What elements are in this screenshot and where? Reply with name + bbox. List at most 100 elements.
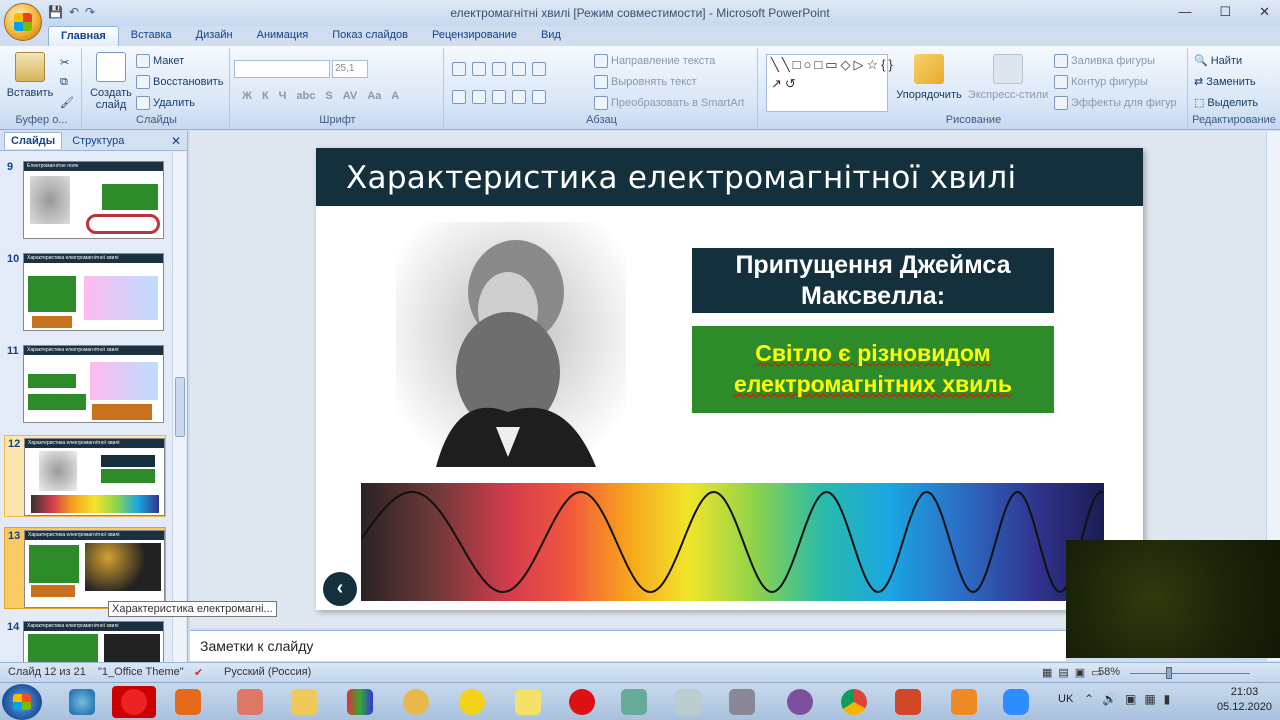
smartart-button[interactable]: Преобразовать в SmartArt (594, 96, 744, 110)
paint-icon[interactable] (228, 686, 272, 718)
shadow-button[interactable]: S (325, 90, 332, 102)
magic-wand-icon[interactable] (506, 686, 550, 718)
slide-thumbnail-13[interactable]: 13 Характеристика електромагнітної хвилі (4, 527, 166, 609)
pdf-icon[interactable] (942, 686, 986, 718)
chess-icon[interactable] (394, 686, 438, 718)
start-button[interactable] (2, 684, 42, 720)
copy-icon[interactable]: ⧉ (60, 76, 68, 89)
tab-insert[interactable]: Вставка (119, 26, 184, 46)
smiley-icon[interactable] (450, 686, 494, 718)
tray-icons[interactable]: ⌃🔊▣▦▮ (1084, 692, 1178, 706)
slide-thumbnail-10[interactable]: 10 Характеристика електромагнітної хвилі (4, 251, 166, 333)
underline-button[interactable]: Ч (279, 90, 287, 102)
tab-design[interactable]: Дизайн (184, 26, 245, 46)
spectrum-image[interactable] (361, 483, 1104, 601)
close-button[interactable]: ✕ (1259, 4, 1270, 20)
paste-button[interactable]: Вставить (7, 52, 53, 99)
slide-thumbnail-9[interactable]: 9 Електромагнітне поле (4, 159, 166, 241)
bold-button[interactable]: Ж (242, 90, 252, 102)
slide-thumbnail-12[interactable]: 12 Характеристика електромагнітної хвилі (4, 435, 166, 517)
numbering-icon[interactable] (472, 62, 486, 76)
group-clipboard: Вставить ✂ ⧉ 🖌 Буфер о... (2, 48, 82, 128)
slide-thumbnail-14[interactable]: 14 Характеристика електромагнітної хвилі (4, 619, 166, 663)
slide-thumbnail-11[interactable]: 11 Характеристика електромагнітної хвилі (4, 343, 166, 425)
zoom-level[interactable]: 58% (1098, 666, 1120, 678)
columns-icon[interactable] (532, 90, 546, 104)
thumbnail-formula (92, 404, 152, 420)
slide[interactable]: Характеристика електромагнітної хвилі Пр… (316, 148, 1143, 610)
font-color-button[interactable]: A (391, 90, 399, 102)
shape-fill-button[interactable]: Заливка фигуры (1054, 54, 1155, 68)
puzzle-icon[interactable] (338, 686, 382, 718)
recycle-icon[interactable] (612, 686, 656, 718)
font-size-input[interactable]: 25,1 (332, 60, 368, 78)
shapes-gallery[interactable]: ╲╲□○□▭◇▷☆{}↗↺ (766, 54, 893, 112)
select-button[interactable]: ⬚ Выделить (1194, 96, 1258, 110)
slides-pane-scrollbar[interactable] (172, 152, 186, 662)
zoom-slider[interactable] (1130, 673, 1250, 674)
shape-outline-button[interactable]: Контур фигуры (1054, 75, 1148, 89)
align-text-button[interactable]: Выровнять текст (594, 75, 697, 89)
outdent-icon[interactable] (512, 62, 526, 76)
thumbnail-preview: Характеристика електромагнітної хвилі (23, 253, 164, 331)
minimize-button[interactable]: — (1178, 4, 1191, 20)
justify-icon[interactable] (512, 90, 526, 104)
align-center-icon[interactable] (472, 90, 486, 104)
media-player-icon[interactable] (166, 686, 210, 718)
arrange-button[interactable]: Упорядочить (894, 54, 964, 101)
slide-title[interactable]: Характеристика електромагнітної хвилі (346, 160, 1016, 196)
line-spacing-icon[interactable] (532, 62, 546, 76)
language-indicator[interactable]: Русский (Россия) (224, 666, 311, 678)
replace-button[interactable]: ⇄ Заменить (1194, 75, 1256, 89)
delete-slide-button[interactable]: Удалить (136, 96, 195, 110)
shape-effects-button[interactable]: Эффекты для фигур (1054, 96, 1177, 110)
text-direction-button[interactable]: Направление текста (594, 54, 715, 68)
printer-icon[interactable] (720, 686, 764, 718)
maxwell-portrait[interactable] (396, 222, 626, 467)
pane-close-icon[interactable]: ✕ (171, 134, 181, 148)
tab-review[interactable]: Рецензирование (420, 26, 529, 46)
folder-icon[interactable] (282, 686, 326, 718)
chrome-icon[interactable] (832, 686, 876, 718)
case-button[interactable]: Aa (367, 90, 381, 102)
layout-button[interactable]: Макет (136, 54, 184, 68)
new-slide-button[interactable]: Создать слайд (88, 52, 134, 111)
opera-icon[interactable] (560, 686, 604, 718)
scrollbar-thumb[interactable] (175, 377, 185, 437)
viber-icon[interactable] (778, 686, 822, 718)
spellcheck-icon[interactable]: ✔ (194, 666, 203, 679)
powerpoint-icon[interactable] (886, 686, 930, 718)
align-left-icon[interactable] (452, 90, 466, 104)
bullets-icon[interactable] (452, 62, 466, 76)
spacing-button[interactable]: AV (343, 90, 357, 102)
font-name-input[interactable] (234, 60, 330, 78)
input-language[interactable]: UK (1058, 693, 1073, 705)
strike-button[interactable]: abc (296, 90, 315, 102)
ie-icon[interactable] (60, 686, 104, 718)
light-em-wave-box[interactable]: Світло є різновидом електромагнітних хви… (692, 326, 1054, 413)
tab-outline[interactable]: Структура (66, 133, 130, 149)
tab-slideshow[interactable]: Показ слайдов (320, 26, 420, 46)
record-icon[interactable] (112, 686, 156, 718)
reset-button[interactable]: Восстановить (136, 75, 223, 89)
tab-animation[interactable]: Анимация (245, 26, 321, 46)
notes-pane[interactable]: Заметки к слайду (190, 630, 1066, 661)
office-button[interactable] (4, 3, 42, 41)
tab-view[interactable]: Вид (529, 26, 573, 46)
indent-icon[interactable] (492, 62, 506, 76)
tab-slides[interactable]: Слайды (4, 132, 63, 149)
calculator-icon[interactable] (666, 686, 710, 718)
cut-icon[interactable]: ✂ (60, 56, 69, 69)
align-right-icon[interactable] (492, 90, 506, 104)
zoom-app-icon[interactable] (994, 686, 1038, 718)
format-painter-icon[interactable]: 🖌 (60, 96, 74, 109)
previous-slide-button[interactable]: ‹ (323, 572, 357, 606)
tab-home[interactable]: Главная (48, 26, 119, 46)
maxwell-hypothesis-box[interactable]: Припущення Джеймса Максвелла: (692, 248, 1054, 313)
zoom-slider-thumb[interactable] (1166, 667, 1172, 679)
clock[interactable]: 21:03 05.12.2020 (1217, 685, 1272, 715)
find-button[interactable]: 🔍 Найти (1194, 54, 1242, 68)
maximize-button[interactable]: ☐ (1219, 4, 1231, 20)
italic-button[interactable]: К (262, 90, 269, 102)
quick-styles-button[interactable]: Экспресс-стили (968, 54, 1048, 101)
